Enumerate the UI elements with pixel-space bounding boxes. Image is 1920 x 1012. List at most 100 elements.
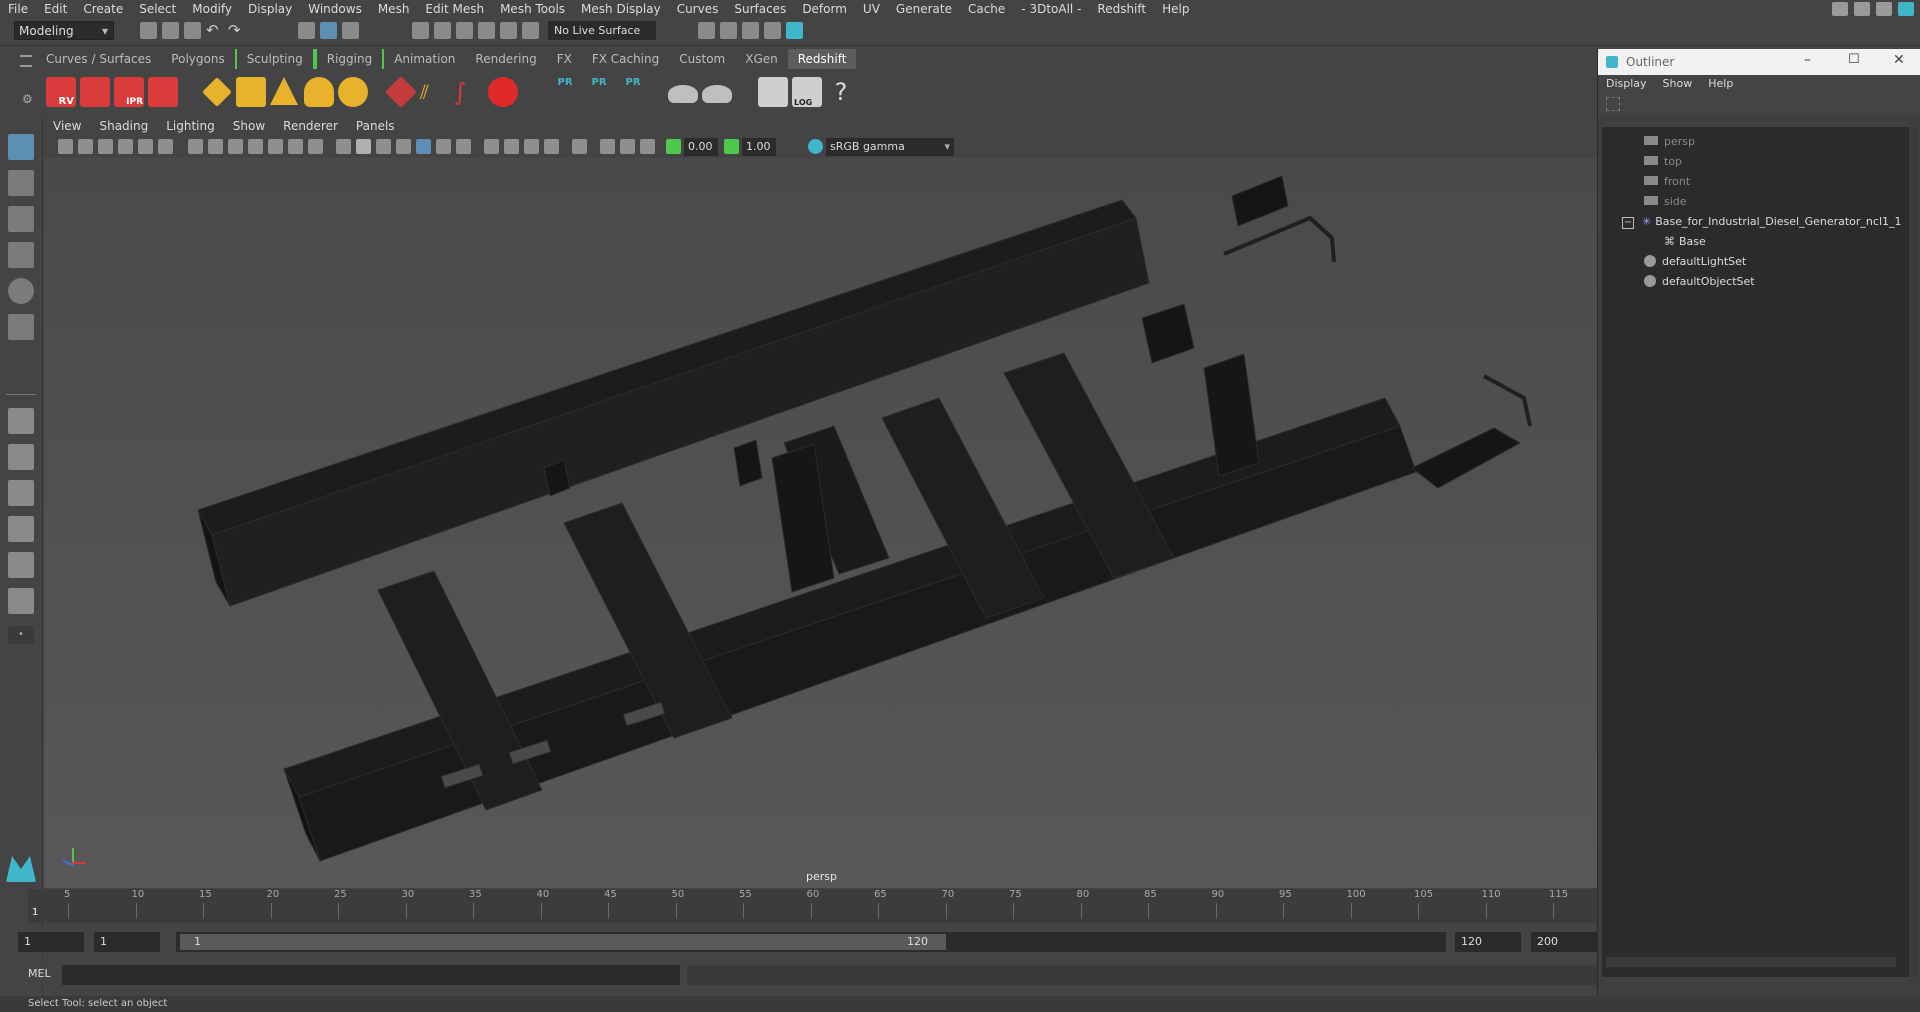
minimize-icon[interactable]: –	[1804, 52, 1811, 68]
anti-aliasing-icon[interactable]	[524, 139, 539, 154]
camera-attributes-icon[interactable]	[78, 139, 93, 154]
menu-generate[interactable]: Generate	[888, 2, 960, 16]
outliner-item-default-object-set[interactable]: defaultObjectSet	[1644, 273, 1755, 291]
shelf-gear-icon[interactable]: ⚙	[22, 92, 33, 106]
menu-edit[interactable]: Edit	[36, 2, 75, 16]
paint-select-tool-icon[interactable]	[8, 206, 34, 232]
help-icon[interactable]: ?	[826, 77, 856, 107]
snap-grid-icon[interactable]	[412, 22, 429, 39]
menu-display[interactable]: Display	[240, 2, 300, 16]
outliner-menu-display[interactable]: Display	[1598, 75, 1655, 93]
snap-surface-icon[interactable]	[522, 22, 539, 39]
redshift-ipr-icon[interactable]: IPR	[114, 77, 144, 107]
field-chart-icon[interactable]	[268, 139, 283, 154]
viewport-persp[interactable]: persp	[44, 158, 1599, 888]
collapse-icon[interactable]: −	[1622, 217, 1634, 229]
film-gate-icon[interactable]	[208, 139, 223, 154]
panel-menu-renderer[interactable]: Renderer	[274, 119, 347, 136]
outliner-item-side[interactable]: side	[1644, 193, 1687, 211]
smooth-shade-icon[interactable]	[356, 139, 371, 154]
select-tool-icon[interactable]	[8, 134, 34, 160]
hypershade-icon[interactable]	[764, 22, 781, 39]
graph-persp-layout-icon[interactable]	[8, 588, 34, 614]
ambient-occlusion-icon[interactable]	[484, 139, 499, 154]
pr-export-icon[interactable]: PR	[550, 77, 580, 107]
safe-action-icon[interactable]	[288, 139, 303, 154]
render-view-icon[interactable]	[786, 22, 803, 39]
pr-import-icon[interactable]: PR	[584, 77, 614, 107]
menu-surfaces[interactable]: Surfaces	[726, 2, 794, 16]
color-space-select[interactable]: sRGB gamma ▾	[826, 138, 954, 156]
menu-3dtoall[interactable]: - 3DtoAll -	[1013, 2, 1089, 16]
workspace-icon[interactable]	[1832, 1, 1848, 16]
tab-redshift[interactable]: Redshift	[787, 49, 857, 69]
outliner-toggle-icon[interactable]	[1898, 1, 1914, 16]
sun-sky-icon[interactable]	[338, 77, 368, 107]
outliner-horizontal-scrollbar[interactable]	[1606, 957, 1896, 967]
menu-curves[interactable]: Curves	[669, 2, 727, 16]
material-ball-icon[interactable]	[488, 77, 518, 107]
open-scene-icon[interactable]	[162, 22, 179, 39]
command-language-label[interactable]: MEL	[28, 967, 51, 980]
menu-mesh[interactable]: Mesh	[370, 2, 418, 16]
save-scene-icon[interactable]	[184, 22, 201, 39]
maximize-icon[interactable]: ☐	[1848, 52, 1860, 67]
select-by-hierarchy-icon[interactable]	[298, 22, 315, 39]
scene-end-field[interactable]: 200	[1531, 932, 1597, 952]
redo-icon[interactable]: ↷	[228, 22, 245, 39]
area-light-icon[interactable]	[202, 77, 232, 107]
menu-select[interactable]: Select	[131, 2, 184, 16]
scene-start-field[interactable]: 1	[18, 932, 84, 952]
outliner-item-persp[interactable]: persp	[1644, 133, 1695, 151]
outliner-menu-help[interactable]: Help	[1700, 75, 1741, 93]
four-view-layout-icon[interactable]	[8, 444, 34, 470]
layout-icon[interactable]	[1854, 1, 1870, 16]
textured-icon[interactable]	[416, 139, 431, 154]
xray-joints-icon[interactable]	[640, 139, 655, 154]
tab-rendering[interactable]: Rendering	[465, 49, 546, 69]
undo-icon[interactable]: ↶	[206, 22, 223, 39]
menu-mesh-tools[interactable]: Mesh Tools	[492, 2, 573, 16]
time-slider[interactable]: 1 5 10 15 20 25 30 35 40 45 50 55 60 65 70 75 80 85 90 95 10…	[28, 889, 1599, 923]
menu-uv[interactable]: UV	[855, 2, 888, 16]
tab-sculpting[interactable]: Sculpting	[234, 49, 315, 69]
isolate-select-icon[interactable]	[572, 139, 587, 154]
panel-menu-lighting[interactable]: Lighting	[157, 119, 224, 136]
bookmark-icon[interactable]	[98, 139, 113, 154]
close-icon[interactable]: ✕	[1893, 52, 1905, 68]
new-scene-icon[interactable]	[140, 22, 157, 39]
two-d-pan-icon[interactable]	[138, 139, 153, 154]
gamma-toggle-icon[interactable]	[724, 139, 739, 154]
outliner-menu-show[interactable]: Show	[1655, 75, 1701, 93]
tab-polygons[interactable]: Polygons	[161, 49, 234, 69]
wireframe-icon[interactable]	[336, 139, 351, 154]
menu-file[interactable]: File	[0, 2, 36, 16]
playback-start-field[interactable]: 1	[94, 932, 160, 952]
grease-pencil-icon[interactable]	[158, 139, 173, 154]
redshift-render-icon[interactable]	[80, 77, 110, 107]
playback-end-field[interactable]: 120	[1455, 932, 1521, 952]
gate-mask-icon[interactable]	[248, 139, 263, 154]
outliner-vertical-scrollbar[interactable]	[1909, 127, 1917, 977]
outliner-persp-layout-icon[interactable]	[8, 552, 34, 578]
snap-live-icon[interactable]	[500, 22, 517, 39]
panel-menu-panels[interactable]: Panels	[347, 119, 404, 136]
grid-icon[interactable]	[188, 139, 203, 154]
outliner-item-front[interactable]: front	[1644, 173, 1690, 191]
single-view-layout-icon[interactable]	[8, 408, 34, 434]
menu-modify[interactable]: Modify	[184, 2, 240, 16]
exposure-toggle-icon[interactable]	[666, 139, 681, 154]
tab-xgen[interactable]: XGen	[735, 49, 788, 69]
xray-active-icon[interactable]	[620, 139, 635, 154]
snap-view-plane-icon[interactable]	[478, 22, 495, 39]
panel-layout-icon[interactable]	[1876, 1, 1892, 16]
tab-fx-caching[interactable]: FX Caching	[582, 49, 669, 69]
layout-expand-icon[interactable]: •	[8, 626, 34, 644]
menu-cache[interactable]: Cache	[960, 2, 1013, 16]
render-current-frame-icon[interactable]	[698, 22, 715, 39]
redshift-settings-icon[interactable]	[148, 77, 178, 107]
color-management-icon[interactable]	[808, 139, 823, 154]
spot-light-icon[interactable]	[270, 77, 298, 105]
select-by-component-icon[interactable]	[342, 22, 359, 39]
pr-sync-icon[interactable]: PR	[618, 77, 648, 107]
